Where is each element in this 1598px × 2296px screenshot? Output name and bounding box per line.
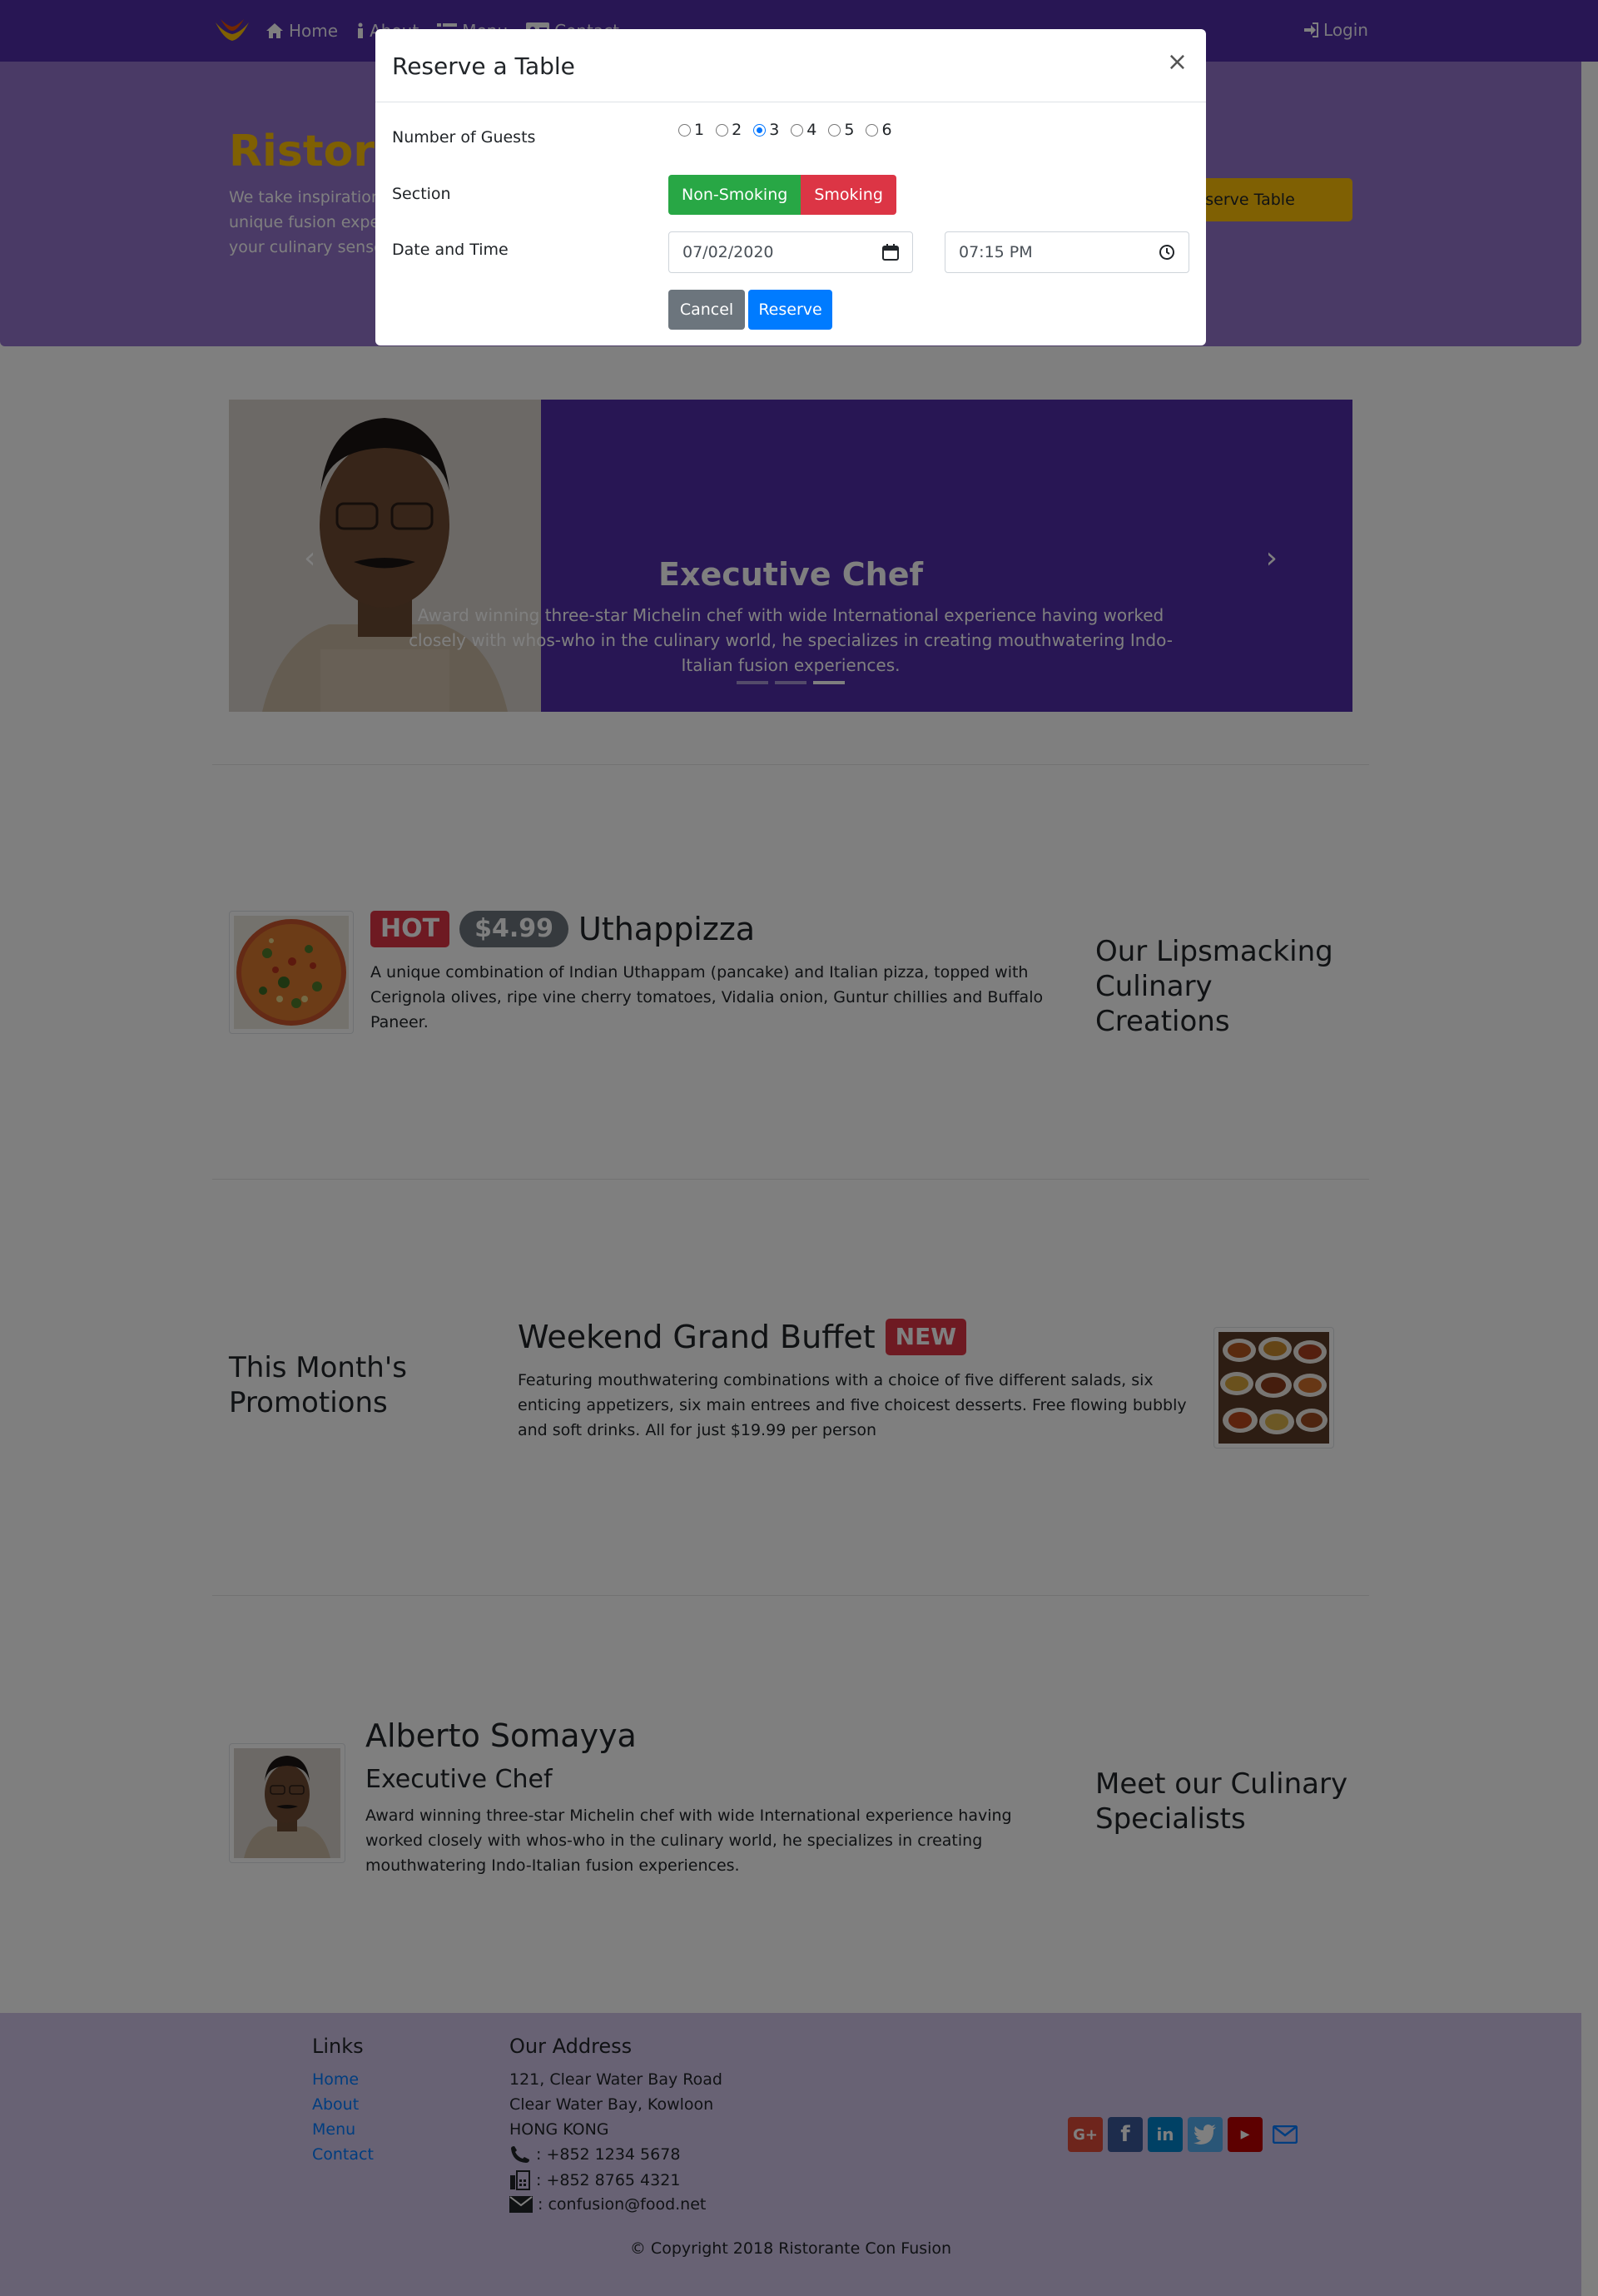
guest-option-label: 2: [732, 121, 742, 139]
guest-option-4[interactable]: 4: [791, 121, 816, 139]
datetime-label: Date and Time: [392, 241, 509, 259]
guest-option-label: 4: [806, 121, 817, 139]
close-icon[interactable]: ×: [1167, 47, 1188, 77]
date-input[interactable]: 07/02/2020: [668, 231, 913, 273]
cancel-button[interactable]: Cancel: [668, 290, 745, 330]
guest-option-label: 6: [881, 121, 892, 139]
radio-button-checked[interactable]: [753, 123, 767, 137]
modal-header: Reserve a Table ×: [375, 29, 1206, 102]
radio-button[interactable]: [866, 123, 879, 137]
guest-option-2[interactable]: 2: [716, 121, 742, 139]
reserve-modal: Reserve a Table × Number of Guests 1 2 3…: [375, 29, 1206, 345]
guest-option-label: 5: [844, 121, 855, 139]
guest-option-1[interactable]: 1: [678, 121, 704, 139]
guests-label: Number of Guests: [392, 128, 536, 147]
radio-button[interactable]: [678, 123, 691, 137]
clock-icon[interactable]: [1159, 244, 1175, 261]
time-value: 07:15 PM: [959, 243, 1033, 261]
guest-option-3[interactable]: 3: [753, 121, 779, 139]
guest-option-label: 3: [769, 121, 780, 139]
date-value: 07/02/2020: [682, 243, 774, 261]
radio-button[interactable]: [828, 123, 841, 137]
calendar-icon[interactable]: [882, 244, 899, 261]
guest-option-5[interactable]: 5: [828, 121, 854, 139]
guests-radio-group: 1 2 3 4 5 6: [678, 121, 892, 139]
section-label: Section: [392, 185, 451, 203]
modal-title: Reserve a Table: [392, 52, 575, 80]
radio-button[interactable]: [716, 123, 729, 137]
time-input[interactable]: 07:15 PM: [945, 231, 1189, 273]
guest-option-label: 1: [694, 121, 705, 139]
reserve-button[interactable]: Reserve: [748, 290, 832, 330]
non-smoking-button[interactable]: Non-Smoking: [668, 175, 801, 215]
radio-button[interactable]: [791, 123, 804, 137]
smoking-button[interactable]: Smoking: [801, 175, 896, 215]
guest-option-6[interactable]: 6: [866, 121, 892, 139]
section-toggle-group: Non-Smoking Smoking: [668, 175, 896, 215]
